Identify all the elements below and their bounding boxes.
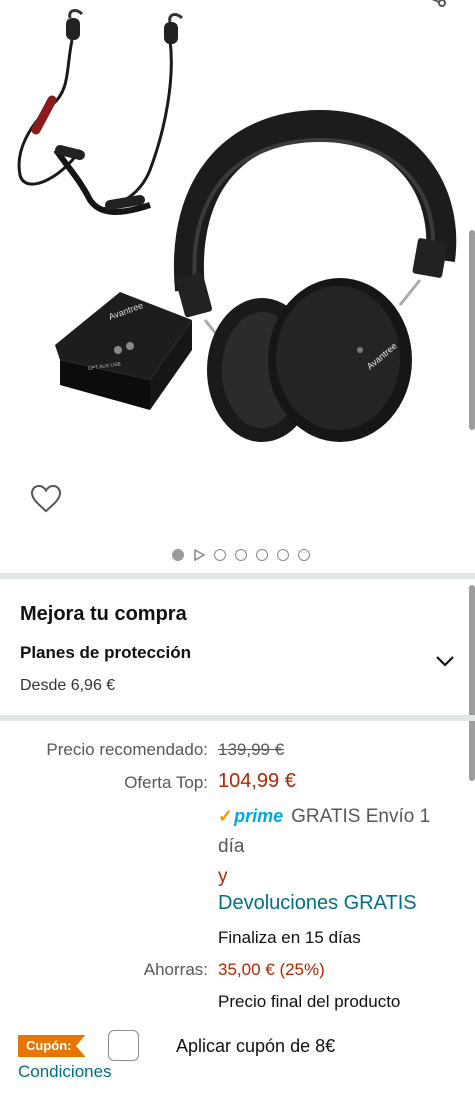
protection-plans-title: Planes de protección [20, 643, 191, 662]
transmitter-illustration: Avantree OPT AUX USB [55, 292, 192, 410]
neckband-earphones-illustration [17, 9, 184, 215]
prime-shipping-line: ✓ prime GRATIS Envío 1 día [218, 801, 458, 862]
offer-price: 104,99 € [218, 770, 296, 792]
product-image[interactable]: Avantree OPT AUX USB Avantree [0, 0, 475, 470]
savings-value: 35,00 € (25%) [218, 960, 325, 979]
carousel-dot[interactable] [213, 549, 226, 561]
carousel-dots[interactable] [0, 546, 475, 564]
savings-label: Ahorras: [143, 960, 208, 979]
section-divider [0, 573, 475, 579]
protection-plans-price: Desde 6,96 € [20, 677, 116, 694]
scrollbar-thumb[interactable] [469, 230, 475, 430]
offer-label: Oferta Top: [124, 773, 208, 792]
recommended-price-label: Precio recomendado: [46, 740, 208, 759]
prime-logo: ✓ prime [218, 801, 283, 831]
headphones-illustration: Avantree [173, 109, 457, 442]
product-image-gallery[interactable]: Avantree OPT AUX USB Avantree [0, 0, 475, 575]
carousel-dot-active[interactable] [171, 549, 184, 561]
prime-logo-text: prime [234, 806, 284, 826]
price-block: Precio recomendado: 139,99 € Oferta Top:… [0, 724, 475, 1094]
upgrade-section: Mejora tu compra Planes de protección De… [0, 581, 475, 715]
final-price-text: Precio final del producto [218, 992, 401, 1011]
chevron-down-icon[interactable] [434, 653, 456, 669]
video-play-icon[interactable] [193, 549, 205, 561]
carousel-dot[interactable] [255, 549, 268, 561]
apply-coupon-text[interactable]: Aplicar cupón de 8€ [176, 1036, 335, 1057]
offer-ends-text: Finaliza en 15 días [218, 928, 361, 947]
heart-icon[interactable] [30, 484, 62, 514]
coupon-checkbox[interactable] [108, 1030, 139, 1061]
coupon-conditions-link[interactable]: Condiciones [18, 1062, 112, 1082]
carousel-dot[interactable] [234, 549, 247, 561]
upgrade-title: Mejora tu compra [20, 603, 187, 625]
protection-plans-row[interactable]: Planes de protección Desde 6,96 € [0, 637, 475, 701]
carousel-dot[interactable] [297, 549, 310, 561]
and-text: y [218, 866, 228, 887]
section-divider [0, 715, 475, 721]
carousel-dot[interactable] [276, 549, 289, 561]
check-icon: ✓ [218, 806, 234, 826]
coupon-badge: Cupón: [18, 1035, 86, 1057]
free-returns-link[interactable]: Devoluciones GRATIS [218, 892, 417, 915]
recommended-price-value: 139,99 € [218, 740, 285, 759]
